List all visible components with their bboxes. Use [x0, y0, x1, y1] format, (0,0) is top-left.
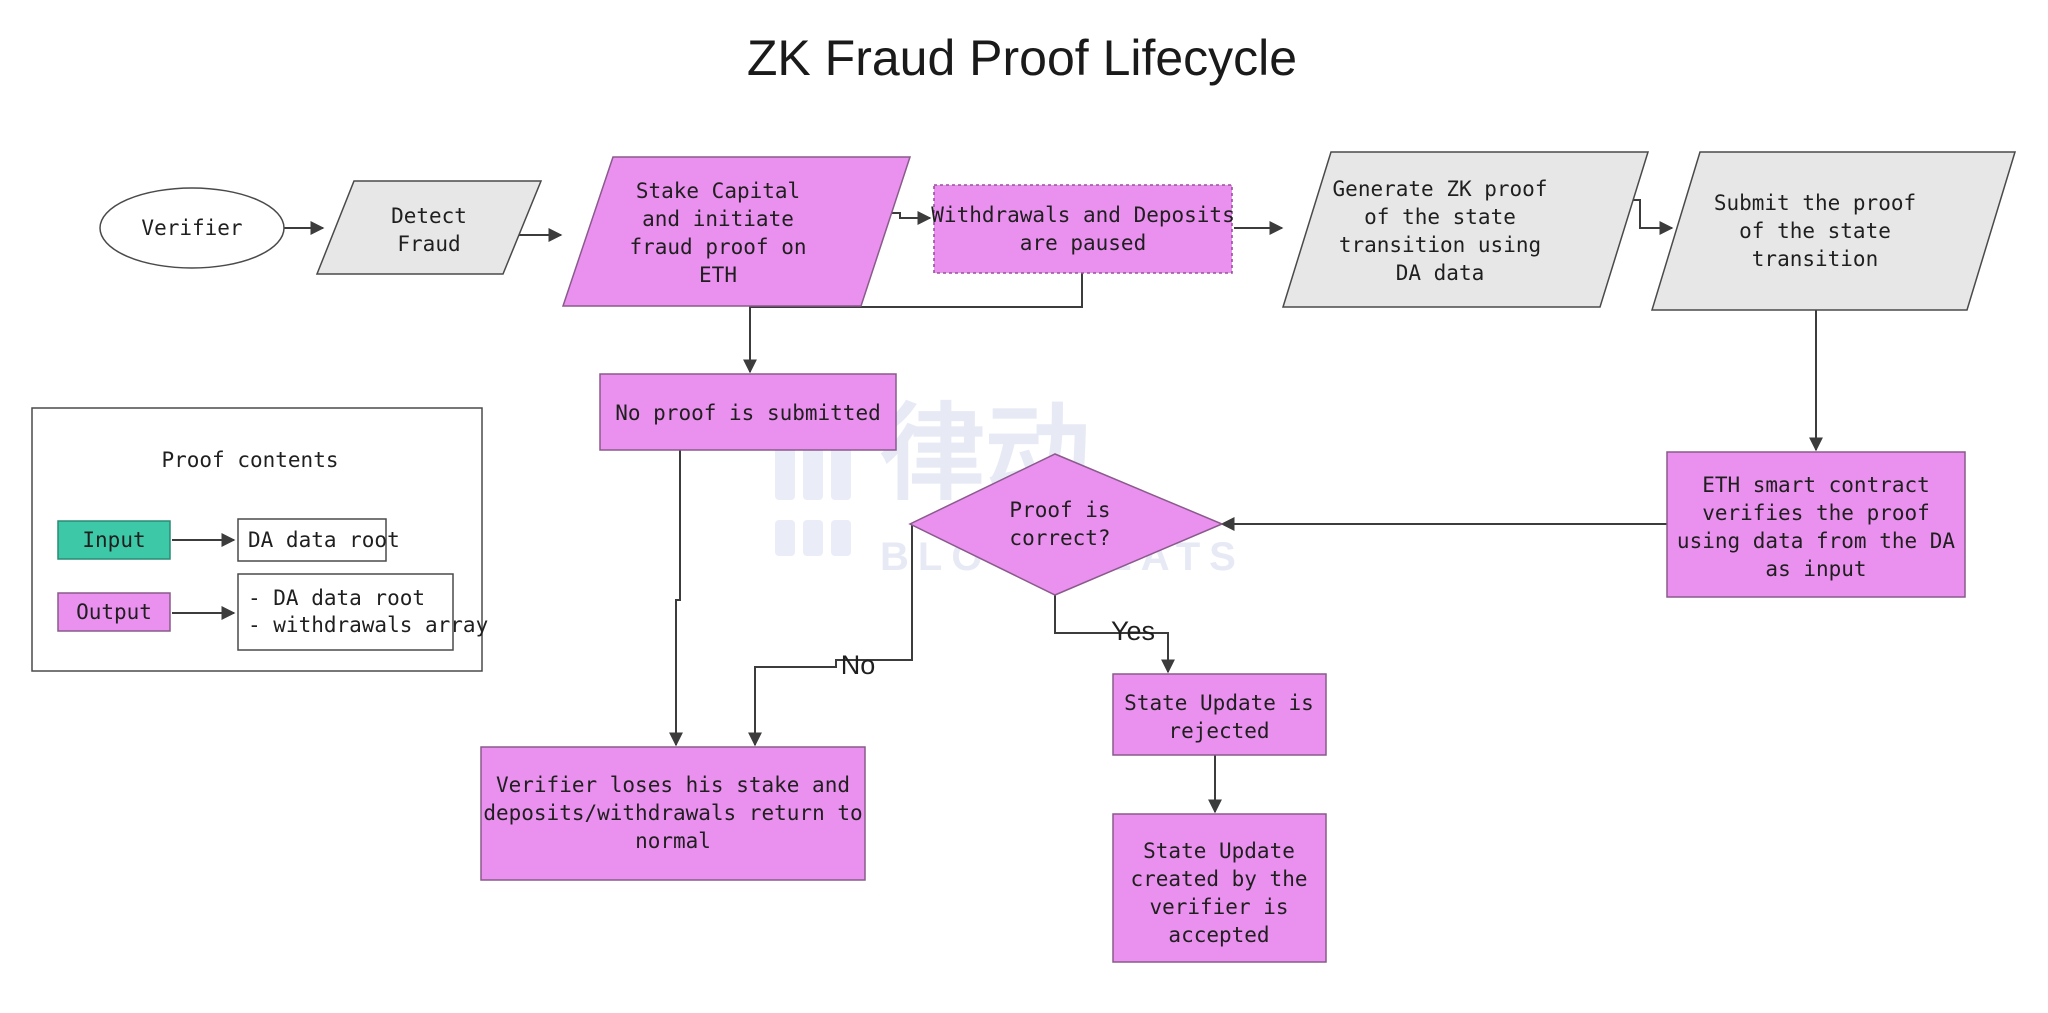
generate-zk-line1: Generate ZK proof [1333, 177, 1548, 201]
legend-input-value: DA data root [248, 528, 400, 552]
legend-output-label: Output [76, 600, 152, 624]
node-verifier-loses-stake[interactable]: Verifier loses his stake and deposits/wi… [480, 746, 866, 881]
eth-contract-line4: as input [1765, 557, 1866, 581]
verifier-loses-line3: normal [635, 829, 711, 853]
legend-output-value-line1: - DA data root [248, 586, 425, 610]
decision-line2: correct? [1009, 526, 1110, 550]
node-submit-proof[interactable]: Submit the proof of the state transition [1650, 151, 2017, 311]
eth-contract-line3: using data from the DA [1677, 529, 1956, 553]
node-generate-zk-proof[interactable]: Generate ZK proof of the state transitio… [1281, 151, 1650, 308]
state-rejected-line1: State Update is [1124, 691, 1314, 715]
stake-capital-line3: fraud proof on [629, 235, 806, 259]
state-rejected-line2: rejected [1168, 719, 1269, 743]
generate-zk-line4: DA data [1396, 261, 1485, 285]
legend-input-label: Input [82, 528, 145, 552]
node-withdrawals-paused[interactable]: Withdrawals and Deposits are paused [931, 184, 1235, 274]
stake-capital-line1: Stake Capital [636, 179, 800, 203]
stake-capital-line4: ETH [699, 263, 737, 287]
node-stake-capital[interactable]: Stake Capital and initiate fraud proof o… [561, 156, 912, 307]
node-detect-fraud[interactable]: Detect Fraud [315, 180, 543, 275]
state-accepted-line4: accepted [1168, 923, 1269, 947]
state-accepted-line2: created by the [1130, 867, 1307, 891]
submit-proof-line1: Submit the proof [1714, 191, 1916, 215]
submit-proof-line3: transition [1752, 247, 1878, 271]
flowchart-canvas: 律动 BLOCKBEATS ZK Fraud Proof Lifecycle [31, 30, 2017, 963]
node-state-update-rejected[interactable]: State Update is rejected [1112, 673, 1327, 756]
withdrawals-paused-line2: are paused [1020, 231, 1146, 255]
legend-proof-contents: Proof contents Input DA data root Output… [31, 407, 488, 672]
eth-contract-line1: ETH smart contract [1702, 473, 1930, 497]
verifier-loses-line2: deposits/withdrawals return to [483, 801, 862, 825]
withdrawals-paused-rect [933, 184, 1233, 274]
generate-zk-line2: of the state [1364, 205, 1516, 229]
page-title: ZK Fraud Proof Lifecycle [747, 30, 1297, 86]
verifier-label: Verifier [141, 216, 242, 240]
no-proof-label: No proof is submitted [615, 401, 881, 425]
eth-contract-line2: verifies the proof [1702, 501, 1930, 525]
node-verifier[interactable]: Verifier [99, 187, 285, 269]
node-no-proof-submitted[interactable]: No proof is submitted [599, 373, 897, 451]
detect-fraud-line2: Fraud [397, 232, 460, 256]
edge-label-no: No [841, 650, 876, 680]
edge-label-yes: Yes [1111, 616, 1155, 646]
generate-zk-line3: transition using [1339, 233, 1541, 257]
node-state-update-accepted[interactable]: State Update created by the verifier is … [1112, 813, 1327, 963]
verifier-loses-line1: Verifier loses his stake and [496, 773, 850, 797]
state-accepted-line3: verifier is [1149, 895, 1288, 919]
legend-title: Proof contents [161, 448, 338, 472]
detect-fraud-line1: Detect [391, 204, 467, 228]
edge-noproof-to-loses [669, 450, 683, 747]
stake-capital-line2: and initiate [642, 207, 794, 231]
submit-proof-line2: of the state [1739, 219, 1891, 243]
withdrawals-paused-line1: Withdrawals and Deposits [931, 203, 1234, 227]
node-eth-smart-contract[interactable]: ETH smart contract verifies the proof us… [1666, 451, 1966, 598]
decision-line1: Proof is [1009, 498, 1110, 522]
legend-output-value-line2: - withdrawals array [248, 613, 488, 637]
state-accepted-line1: State Update [1143, 839, 1295, 863]
